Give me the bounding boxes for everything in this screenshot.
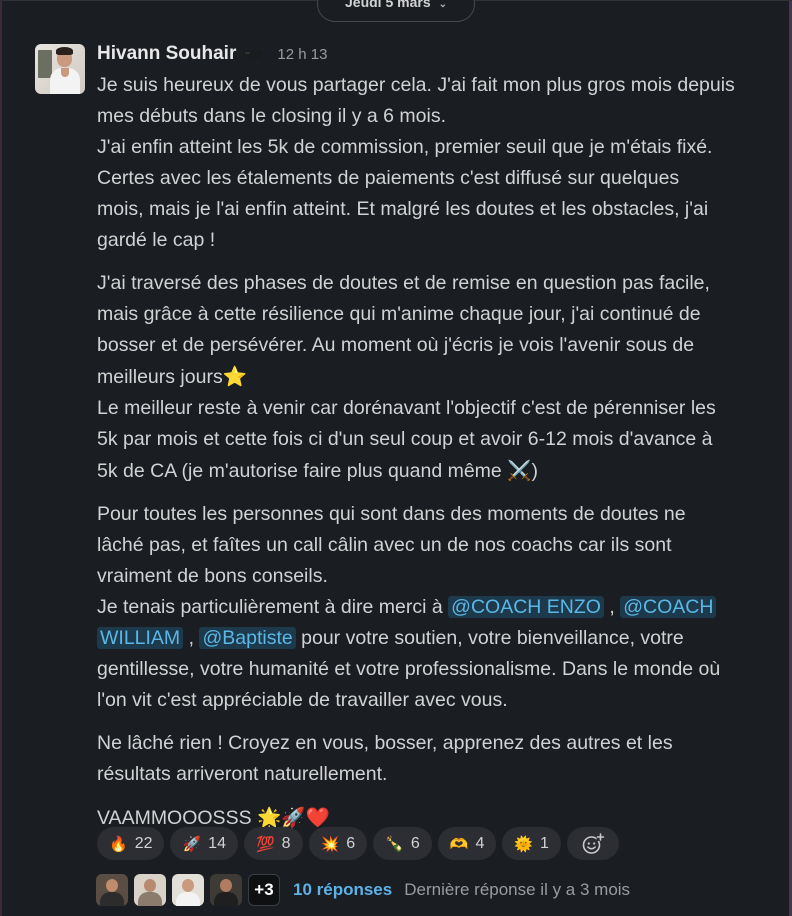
message-paragraph-1: Je suis heureux de vous partager cela. J… [97, 70, 765, 256]
reactions-bar: 🔥 22 🚀 14 💯 8 💥 6 🍾 6 🫶 4 🌞 1 [97, 827, 619, 860]
collision-icon: 💥 [320, 834, 340, 853]
message-timestamp[interactable]: 12 h 13 [277, 46, 327, 63]
chevron-down-icon: ⌄ [438, 0, 447, 10]
hundred-icon: 💯 [255, 834, 275, 853]
reaction-hundred[interactable]: 💯 8 [243, 827, 303, 860]
message-line: Je tenais particulièrement à dire merci … [97, 592, 765, 623]
message-text: 5k de CA (je m'autorise faire plus quand… [97, 460, 508, 482]
message-paragraph-3: Pour toutes les personnes qui sont dans … [97, 499, 765, 716]
avatar-collar [61, 68, 69, 77]
reaction-fire[interactable]: 🔥 22 [97, 827, 165, 860]
champagne-icon: 🍾 [385, 834, 404, 853]
last-reply-time: Dernière réponse il y a 3 mois [404, 880, 631, 899]
reaction-sun[interactable]: 🌞 1 [502, 827, 561, 860]
day-divider: Jeudi 5 mars ⌄ [0, 0, 792, 24]
rocket-icon: 🚀 [182, 834, 202, 853]
message-line: 5k de CA (je m'autorise faire plus quand… [97, 455, 765, 487]
message-line: Ne lâché rien ! Croyez en vous, bosser, … [97, 732, 673, 754]
reaction-champagne[interactable]: 🍾 6 [373, 827, 432, 860]
day-jump-button[interactable]: Jeudi 5 mars ⌄ [317, 0, 475, 22]
thread-participant-avatar [134, 874, 166, 906]
message-line: meilleurs jours⭐ [97, 361, 765, 393]
message-line: vraiment de bons conseils. [97, 565, 328, 587]
message-line: Le meilleur reste à venir car dorénavant… [97, 397, 716, 419]
message-line: bosser et de persévérer. Au moment où j'… [97, 334, 695, 356]
reaction-count: 4 [475, 834, 485, 852]
reaction-heart-hands[interactable]: 🫶 4 [437, 827, 497, 860]
message-text: Je tenais particulièrement à dire merci … [97, 596, 449, 618]
author-avatar[interactable] [35, 44, 85, 94]
add-reaction-button[interactable] [566, 827, 619, 860]
comma-separator: , [188, 627, 195, 649]
heart-hands-icon: 🫶 [449, 834, 469, 853]
message-line: mais grâce à cette résilience qui m'anim… [97, 303, 701, 325]
reaction-count: 22 [134, 834, 153, 852]
message-line: lâché pas, et faîtes un call câlin avec … [97, 534, 672, 556]
reaction-count: 6 [410, 834, 420, 852]
reaction-count: 8 [281, 834, 291, 852]
window-edge-left [0, 0, 2, 916]
avatar-background-window [38, 50, 52, 78]
message-paragraph-2: J'ai traversé des phases de doutes et de… [97, 268, 765, 487]
sunglasses-icon [243, 51, 264, 59]
mention-baptiste[interactable]: @Baptiste [199, 627, 296, 649]
message-line: Certes avec les étalements de paiements … [97, 167, 680, 189]
star-emoji: ⭐ [222, 365, 247, 388]
message-header: Hivann Souhair 12 h 13 [97, 41, 327, 67]
message-line: gardé le cap ! [97, 229, 216, 251]
reaction-rocket[interactable]: 🚀 14 [170, 827, 238, 860]
message-line: mois, mais je l'ai enfin atteint. Et mal… [97, 198, 709, 220]
reaction-count: 14 [208, 834, 226, 852]
mention-coach-enzo[interactable]: @COACH ENZO [448, 596, 604, 618]
reaction-count: 6 [346, 834, 356, 852]
reaction-count: 1 [540, 834, 549, 852]
thread-participant-avatar [96, 874, 128, 906]
message-line: Je suis heureux de vous partager cela. J… [97, 74, 735, 96]
add-reaction-icon [582, 832, 605, 854]
message-line: 5k par mois et cette fois ci d'un seul c… [97, 428, 713, 450]
sun-icon: 🌞 [514, 834, 534, 853]
message-line: l'on vit c'est appréciable de travailler… [97, 689, 508, 711]
thread-participant-avatar [172, 874, 204, 906]
thread-participant-avatar [210, 874, 242, 906]
message-body: Je suis heureux de vous partager cela. J… [97, 70, 765, 846]
thread-summary[interactable]: +3 10 réponses Dernière réponse il y a 3… [96, 873, 630, 907]
message-text: pour votre soutien, votre bienveillance,… [295, 627, 684, 649]
reaction-collision[interactable]: 💥 6 [308, 827, 368, 860]
message-text: meilleurs jours [97, 366, 223, 388]
message-paragraph-4: Ne lâché rien ! Croyez en vous, bosser, … [97, 728, 765, 790]
message-line: J'ai enfin atteint les 5k de commission,… [97, 136, 713, 158]
more-participants-count: +3 [248, 874, 280, 906]
message-line: WILLIAM , @Baptiste pour votre soutien, … [97, 623, 765, 654]
message-text: ) [531, 460, 538, 482]
author-name[interactable]: Hivann Souhair [97, 43, 236, 65]
avatar-hair [56, 47, 73, 55]
message-line: J'ai traversé des phases de doutes et de… [97, 272, 710, 294]
message-line: résultats arriveront naturellement. [97, 763, 388, 785]
mention-coach-william[interactable]: WILLIAM [97, 627, 184, 649]
celebration-emojis: 🌟🚀❤️ [257, 806, 330, 829]
comma-separator: , [609, 596, 615, 618]
mention-coach-william[interactable]: @COACH [620, 596, 717, 618]
fire-icon: 🔥 [109, 834, 128, 853]
message-line: gentillesse, votre humanité et votre pro… [97, 658, 721, 680]
message-line: mes débuts dans le closing il y a 6 mois… [97, 105, 447, 127]
crossed-swords-emoji: ⚔️ [507, 459, 532, 482]
message-line: Pour toutes les personnes qui sont dans … [97, 503, 686, 525]
day-label: Jeudi 5 mars [345, 0, 431, 10]
thread-replies-link[interactable]: 10 réponses [293, 880, 392, 900]
message-text: VAAMMOOOSSS [97, 807, 252, 829]
